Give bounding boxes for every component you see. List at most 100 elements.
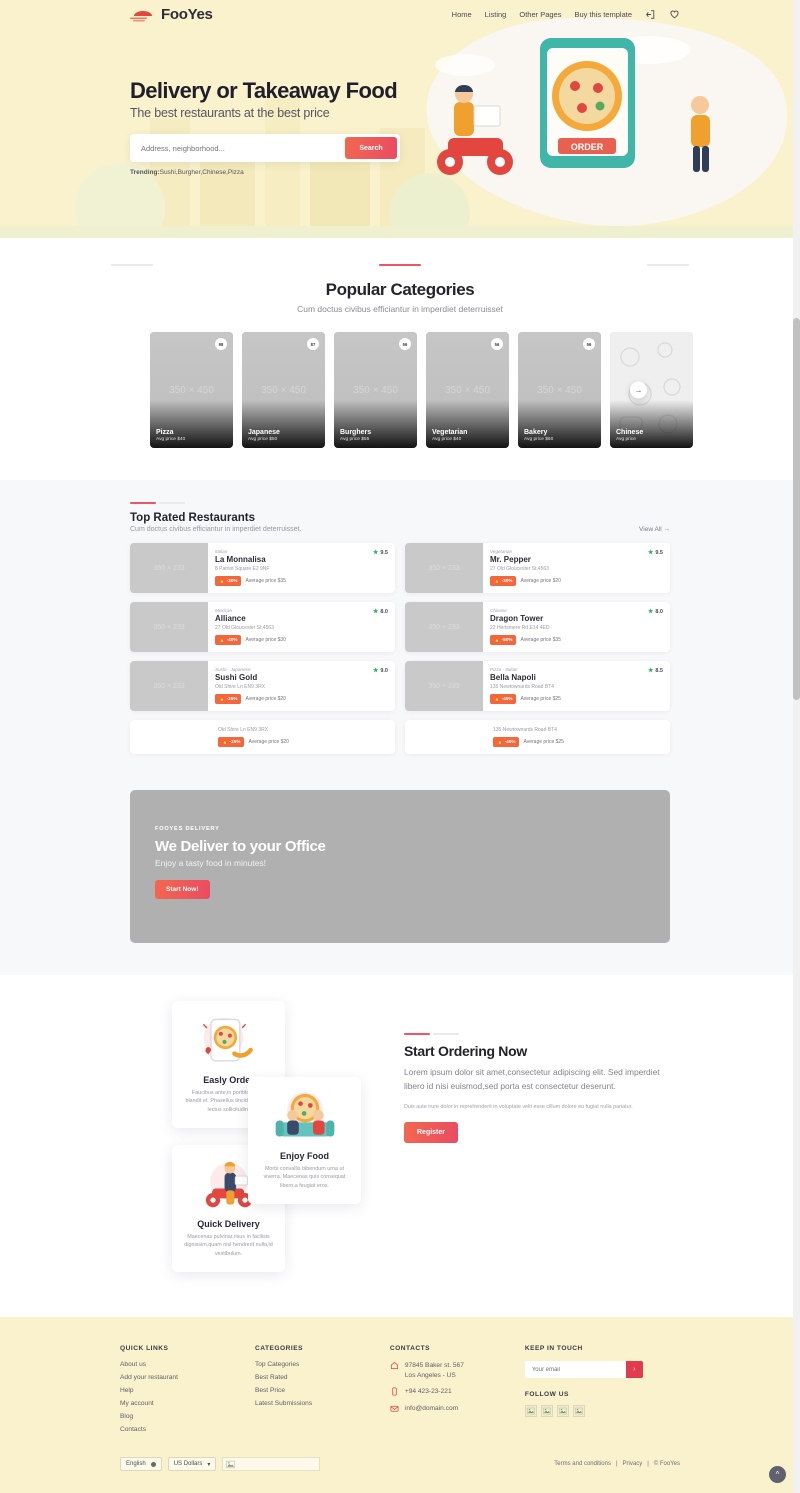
panel-title: Start Ordering Now [404,1043,527,1059]
restaurant-image-placeholder: 350 × 233 [405,602,483,652]
fire-icon: 🔥 [219,577,225,583]
sun-logo-icon [130,10,152,21]
categories-subtitle: Cum doctus civibus efficiantur in imperd… [297,304,503,314]
nav-buy-template[interactable]: Buy this template [574,10,632,19]
footer-link-about-us[interactable]: About us [120,1361,255,1368]
footer-link-top-categories[interactable]: Top Categories [255,1361,390,1368]
average-price: Average price $25 [520,695,561,702]
restaurant-card[interactable]: 350 × 233 ★ 9.5 Italian La Monnalisa 8 Pa… [130,543,395,593]
star-icon: ★ [372,668,379,674]
currency-selector[interactable]: US Dollars ▾ [167,1457,217,1471]
discount-badge: 🔥 -40% [215,634,242,645]
category-card[interactable]: 350 × 450 56 Vegetarian Avg price $40 [426,332,509,448]
footer-column-head: CATEGORIES [254,1345,304,1352]
brand-logo[interactable]: FooYes [130,6,213,23]
average-price: Average price $35 [245,577,286,584]
trending-label: Trending: [130,169,160,177]
language-label: English [126,1461,146,1467]
carousel-next-button[interactable]: → [630,381,647,399]
nav-home[interactable]: Home [452,10,472,19]
average-price: Average price $20 [520,577,561,584]
footer-link-latest-submissions[interactable]: Latest Submissions [255,1400,390,1407]
footer-link-best-rated[interactable]: Best Rated [255,1374,390,1381]
category-card[interactable]: 350 × 450 56 Burghers Avg price $55 [334,332,417,448]
register-button[interactable]: Register [404,1122,459,1144]
social-icon-broken-image[interactable] [524,1405,537,1417]
restaurant-card[interactable]: 350 × 233 ★ 8.0 Mexican Alliance 27 Old G… [130,602,395,652]
restaurant-name: Bella Napoli [490,673,536,682]
restaurant-overflow-card[interactable]: 135 Newtownards Road BT4 🔥 -45% Average p… [405,720,670,754]
fire-icon: 🔥 [219,636,225,642]
footer-link-blog[interactable]: Blog [120,1413,255,1420]
fire-icon: 🔥 [219,695,225,701]
hero-section: ORDER FooYes Home Listing Other Pages Bu… [0,0,800,238]
banner-title: We Deliver to your Office [155,838,326,855]
average-price: Average price $25 [523,738,564,745]
brand-name: FooYes [161,5,213,23]
scrollbar-thumb[interactable] [793,318,800,700]
globe-icon [150,1461,156,1467]
social-icon-broken-image[interactable] [540,1405,553,1417]
search-input[interactable] [133,143,345,153]
restaurant-overflow-card[interactable]: Old Shire Ln EN9 3RX 🔥 -25% Average price… [130,720,395,754]
restaurant-card[interactable]: 350 × 233 ★ 8.0 Chinese Dragon Tower 22 H… [405,602,670,652]
scrollbar-track[interactable] [793,0,800,1493]
restaurant-address: Old Shire Ln EN9 3RX [215,683,266,690]
footer-link-contacts[interactable]: Contacts [120,1426,255,1433]
rating-badge: ★ 8.0 [372,608,388,616]
footer-quick-links: QUICK LINKS About us Add your restaurant… [120,1345,255,1439]
contact-email: info@domain.com [390,1404,525,1414]
panel-lead: Lorem ipsum dolor sit amet,consectetur a… [404,1067,660,1091]
broken-image-icon [575,1407,583,1415]
page-root: ORDER FooYes Home Listing Other Pages Bu… [0,0,800,1493]
view-all-link[interactable]: View All → [639,526,670,533]
start-ordering-panel: Start Ordering Now Lorem ipsum dolor sit… [380,1007,680,1277]
top-rated-section: Top Rated Restaurants Cum doctus civibus… [0,480,800,780]
trending-row: Trending:Sushi,Burgher,Chinese,Pizza [130,169,800,176]
top-rated-subtitle: Cum doctus civibus efficiantur in imperd… [130,526,302,533]
section-tick [404,1033,680,1035]
category-count-badge: 98 [215,338,227,350]
footer-link-best-price[interactable]: Best Price [255,1387,390,1394]
feature-title: Enjoy Food [280,1151,329,1161]
discount-badge: 🔥 -30% [490,575,517,586]
heart-icon[interactable] [669,9,680,20]
top-navigation: FooYes Home Listing Other Pages Buy this… [0,0,800,28]
hero-title: Delivery or Takeaway Food [130,78,398,103]
category-card[interactable]: Chinese Avg price [610,332,693,448]
newsletter-email-input[interactable] [524,1361,626,1378]
login-icon[interactable] [645,9,656,20]
feature-text: Maecenas pulvinar,risus in facilisis dig… [184,1234,273,1257]
restaurant-card[interactable]: 350 × 233 ★ 9.5 Vegetarian Mr. Pepper 27 … [405,543,670,593]
category-card[interactable]: 350 × 450 87 Japanese Avg price $50 [242,332,325,448]
follow-us-head: FOLLOW US [524,1391,569,1398]
phone-text[interactable]: +94 423-23-221 [405,1387,452,1397]
newsletter-submit-button[interactable]: › [625,1361,643,1378]
restaurant-image-placeholder: 350 × 233 [130,661,208,711]
search-button[interactable]: Search [345,137,397,160]
nav-listing[interactable]: Listing [485,10,507,19]
nav-other-pages[interactable]: Other Pages [519,10,561,19]
social-icon-broken-image[interactable] [572,1405,585,1417]
email-text[interactable]: info@domain.com [405,1404,458,1414]
footer-contacts: CONTACTS 97845 Baker st. 567 Los Angeles… [390,1345,525,1439]
social-icon-broken-image[interactable] [556,1405,569,1417]
top-rated-header: Top Rated Restaurants Cum doctus civibus… [130,512,670,533]
back-to-top-button[interactable]: ^ [769,1466,786,1483]
language-selector[interactable]: English [120,1457,162,1471]
start-now-button[interactable]: Start Now! [155,880,210,899]
average-price: Average price $20 [248,738,289,745]
category-card[interactable]: 350 × 450 98 Pizza Avg price $40 [150,332,233,448]
footer-link-my-account[interactable]: My account [120,1400,255,1407]
terms-link[interactable]: Terms and conditions [554,1461,611,1467]
footer-link-add-restaurant[interactable]: Add your restaurant [120,1374,255,1381]
restaurant-card[interactable]: 350 × 233 ★ 9.0 Sushi - Japanese Sushi Go… [130,661,395,711]
restaurant-cuisine: Chinese [490,608,507,613]
footer-link-help[interactable]: Help [120,1387,255,1394]
trending-items[interactable]: Sushi,Burgher,Chinese,Pizza [160,169,244,176]
restaurant-card[interactable]: 350 × 233 ★ 8.5 Pizza - Italian Bella Nap… [405,661,670,711]
privacy-link[interactable]: Privacy [623,1461,643,1467]
category-card[interactable]: 350 × 450 56 Bakery Avg price $60 [518,332,601,448]
restaurant-address: 27 Old Gloucester St,4563 [490,565,549,572]
category-name: Chinese [616,429,644,436]
